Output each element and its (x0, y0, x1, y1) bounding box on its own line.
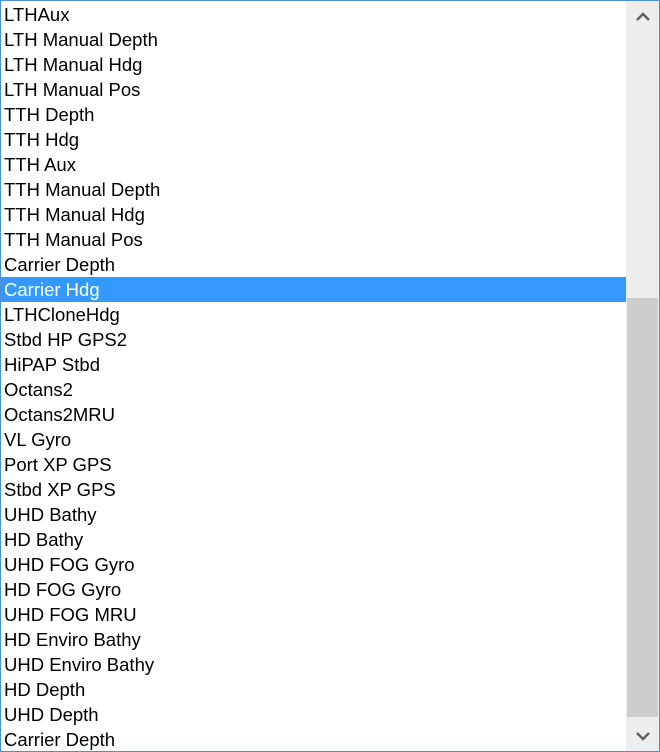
list-item[interactable]: HD Bathy (1, 527, 626, 552)
list-item[interactable]: HD Depth (1, 677, 626, 702)
list-item-selected[interactable]: Carrier Hdg (1, 277, 626, 302)
list-item[interactable]: TTH Manual Hdg (1, 202, 626, 227)
list-item[interactable]: UHD Bathy (1, 502, 626, 527)
list-item[interactable]: UHD Enviro Bathy (1, 652, 626, 677)
list-item[interactable]: Carrier Depth (1, 727, 626, 751)
list-item[interactable]: UHD FOG Gyro (1, 552, 626, 577)
vertical-scrollbar[interactable] (626, 1, 659, 751)
list-items: LTHAux LTH Manual Depth LTH Manual Hdg LTH … (1, 2, 626, 751)
list-item[interactable]: LTH Manual Depth (1, 27, 626, 52)
list-item[interactable]: Stbd HP GPS2 (1, 327, 626, 352)
scrollbar-thumb[interactable] (627, 298, 658, 717)
list-item[interactable]: LTHAux (1, 2, 626, 27)
scroll-up-button[interactable] (626, 1, 659, 31)
list-item[interactable]: HD FOG Gyro (1, 577, 626, 602)
list-item[interactable]: UHD FOG MRU (1, 602, 626, 627)
list-item[interactable]: HiPAP Stbd (1, 352, 626, 377)
list-item[interactable]: Octans2 (1, 377, 626, 402)
list-item[interactable]: Port XP GPS (1, 452, 626, 477)
chevron-down-icon (635, 731, 650, 741)
list-item[interactable]: UHD Depth (1, 702, 626, 727)
list-item[interactable]: Octans2MRU (1, 402, 626, 427)
scroll-down-button[interactable] (626, 721, 659, 751)
list-item[interactable]: Stbd XP GPS (1, 477, 626, 502)
list-item[interactable]: LTH Manual Pos (1, 77, 626, 102)
device-listbox[interactable]: LTHAux LTH Manual Depth LTH Manual Hdg LTH … (0, 0, 660, 752)
list-item[interactable]: TTH Aux (1, 152, 626, 177)
list-item[interactable]: TTH Manual Depth (1, 177, 626, 202)
list-item[interactable]: Carrier Depth (1, 252, 626, 277)
list-item[interactable]: LTH Manual Hdg (1, 52, 626, 77)
list-item[interactable]: LTHCloneHdg (1, 302, 626, 327)
list-item[interactable]: VL Gyro (1, 427, 626, 452)
chevron-up-icon (635, 11, 650, 21)
list-item[interactable]: HD Enviro Bathy (1, 627, 626, 652)
list-item[interactable]: TTH Manual Pos (1, 227, 626, 252)
list-item[interactable]: TTH Depth (1, 102, 626, 127)
list-item[interactable]: TTH Hdg (1, 127, 626, 152)
